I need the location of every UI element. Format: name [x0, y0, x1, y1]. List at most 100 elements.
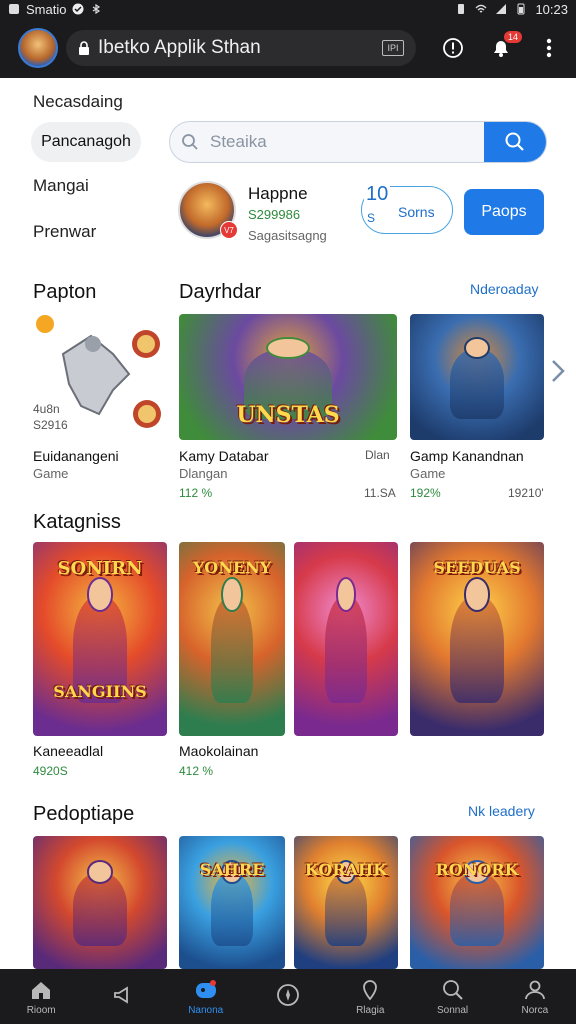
card-tag: Dlan [365, 448, 390, 462]
game-artwork [294, 542, 398, 736]
game-card-3[interactable] [294, 542, 398, 736]
chevron-right-icon[interactable] [550, 358, 566, 384]
character-figure [325, 873, 367, 947]
avatar[interactable] [18, 28, 58, 68]
game-card-4[interactable]: SEEDUAS [410, 542, 544, 736]
game-logo-top: SONIRN [57, 557, 143, 579]
bottom-nav-search[interactable]: Sonnal [411, 969, 493, 1024]
game-logo-text: RONORK [435, 859, 519, 879]
bottom-nav: Rioom Nanona Rlagia Sonnal Norca [0, 969, 576, 1024]
game-card-7[interactable]: KORAHK [294, 836, 398, 969]
card-title[interactable]: Kaneeadlal [33, 743, 103, 759]
game-logo-text: UNSTAS [236, 402, 340, 429]
bottom-nav-label: Rlagia [356, 1004, 385, 1016]
game-artwork: YONENY [179, 542, 285, 736]
game-artwork: SANGIINS SONIRN [33, 542, 167, 736]
search-bar: Steaika [169, 121, 547, 163]
card-price: 4920S [33, 764, 68, 778]
home-icon [32, 981, 51, 999]
featured-app-name[interactable]: Happne [248, 184, 308, 204]
secondary-action-number: 10 [364, 183, 391, 206]
featured-icon-badge: V7 [220, 221, 238, 239]
secondary-action-label: Sorns [398, 204, 435, 220]
featured-app-price: S299986 [248, 207, 301, 222]
character-head [335, 576, 357, 612]
game-card-8[interactable]: RONORK [410, 836, 544, 969]
vibrate-icon [458, 4, 465, 14]
character-figure [210, 873, 254, 947]
game-artwork [33, 836, 167, 969]
game-card-2[interactable]: YONENY [179, 542, 285, 736]
secondary-action-sub: S [367, 211, 376, 225]
bottom-nav-label: Sonnal [436, 1004, 469, 1016]
game-artwork [410, 314, 544, 440]
bottom-nav-profile[interactable]: Norca [494, 969, 576, 1024]
bottom-nav-games[interactable]: Nanona [165, 969, 247, 1024]
card-title[interactable]: Maokolainan [179, 743, 258, 759]
character-head [221, 576, 243, 612]
character-figure [450, 349, 504, 419]
character-figure [450, 596, 504, 703]
alert-icon [443, 38, 463, 58]
search-input[interactable]: Steaika [210, 132, 484, 152]
character-head [266, 336, 310, 360]
nav-item-necasdaing[interactable]: Necasdaing [33, 92, 123, 112]
character-head [86, 576, 114, 612]
tabs-icon[interactable]: IPI [382, 40, 404, 56]
section3-see-all-link[interactable]: Nk leadery [468, 803, 535, 819]
game-logo-text: SANGIINS [53, 681, 147, 701]
signal-icon [496, 4, 507, 14]
game-card-1[interactable]: SANGIINS SONIRN [33, 542, 167, 736]
nav-item-prenwar[interactable]: Prenwar [33, 222, 96, 242]
search-icon [505, 132, 524, 151]
section1-see-all-link[interactable]: Nderoaday [470, 281, 539, 297]
nav-chip-selected[interactable]: Pancanagoh [31, 122, 141, 162]
more-vertical-icon [546, 38, 552, 58]
section-title-pedoptiape: Pedoptiape [33, 803, 135, 825]
bottom-nav-label: Rioom [26, 1004, 56, 1016]
game-artwork: SAHRE [179, 836, 285, 969]
game-card-5[interactable] [33, 836, 167, 969]
game-artwork: UNSTAS [179, 314, 397, 440]
game-card-6[interactable]: SAHRE [179, 836, 285, 969]
bottom-nav-explore[interactable] [247, 969, 329, 1024]
bottom-nav-location[interactable]: Rlagia [329, 969, 411, 1024]
card-meta: 19210' [508, 486, 544, 500]
carrier-label: Smatio [26, 1, 67, 17]
notifications-button[interactable]: 14 [488, 31, 522, 61]
bottom-nav-announcements[interactable] [82, 969, 164, 1024]
featured-app-icon[interactable]: V7 [178, 181, 238, 239]
card-subtitle: Dlangan [179, 466, 228, 481]
search-field-icon [182, 134, 198, 150]
card-price: 192% [410, 486, 441, 500]
location-icon [363, 979, 378, 1000]
game-logo-text: SAHRE [199, 859, 265, 879]
address-bar[interactable]: Ibetko Applik Sthan IPI [66, 30, 416, 66]
side-card-title[interactable]: Euidanangeni [33, 448, 119, 464]
game-logo-text: SEEDUAS [433, 557, 521, 577]
secondary-action-button[interactable]: 10 S Sorns [361, 183, 453, 234]
app-bar: Ibetko Applik Sthan IPI 14 [0, 18, 576, 78]
game-artwork: SEEDUAS [410, 542, 544, 736]
app-notification-icon [9, 4, 19, 14]
overflow-menu-button[interactable] [536, 35, 562, 61]
character-head [86, 859, 114, 884]
alert-button[interactable] [440, 35, 466, 61]
status-bar: Smatio 10:23 [0, 0, 576, 18]
notification-badge: 14 [503, 31, 522, 43]
card-title[interactable]: Gamp Kanandnan [410, 448, 524, 464]
url-text: Ibetko Applik Sthan [98, 37, 261, 58]
app-card-gamp-kanandnan[interactable] [410, 314, 544, 440]
search-button[interactable] [484, 122, 546, 162]
section-title-katagniss: Katagniss [33, 511, 121, 533]
lock-icon [79, 41, 89, 55]
character-figure [325, 596, 367, 703]
bottom-nav-home[interactable]: Rioom [0, 969, 82, 1024]
card-title[interactable]: Kamy Databar [179, 448, 268, 464]
primary-action-button[interactable]: Paops [464, 189, 544, 235]
nav-item-mangai[interactable]: Mangai [33, 176, 89, 196]
character-head [463, 576, 491, 612]
app-card-kamy-databar[interactable]: UNSTAS [179, 314, 397, 440]
featured-app-subtitle: Sagasitsagng [248, 228, 327, 243]
game-artwork: KORAHK [294, 836, 398, 969]
